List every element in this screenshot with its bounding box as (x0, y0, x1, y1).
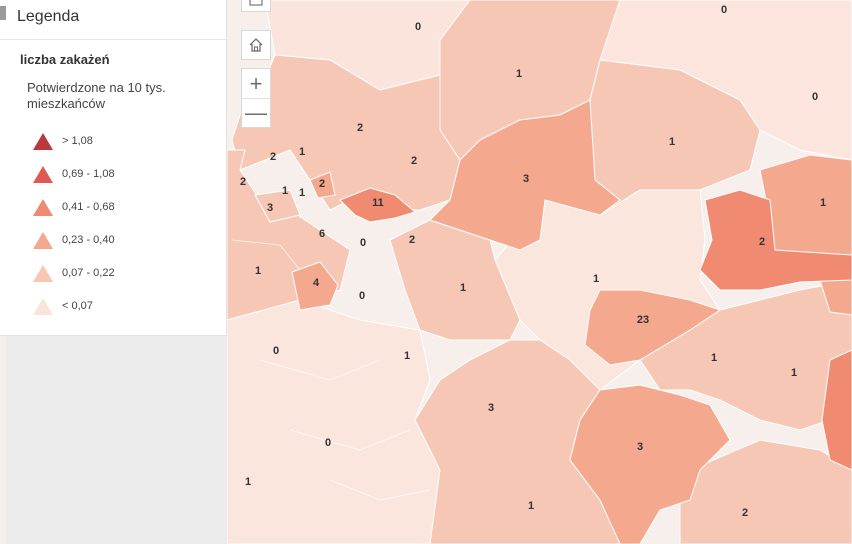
swatch-icon (33, 264, 53, 282)
count-label: 1 (299, 146, 305, 158)
count-label: 0 (273, 345, 279, 357)
count-label: 3 (523, 173, 529, 185)
count-label: 1 (669, 136, 675, 148)
legend-item: > 1,08 (32, 124, 115, 157)
count-label: 1 (282, 185, 288, 197)
count-label: 1 (593, 273, 599, 285)
count-label: 2 (319, 178, 325, 190)
home-icon (249, 38, 263, 52)
count-label: 0 (360, 237, 366, 249)
legend-item-label: > 1,08 (62, 134, 93, 147)
count-label: 4 (313, 277, 320, 289)
zoom-in-button[interactable]: + (242, 69, 270, 98)
zoom-control: + — (241, 68, 271, 128)
count-label: 1 (528, 500, 534, 512)
count-label: 2 (270, 151, 276, 163)
count-label: 0 (415, 21, 421, 33)
count-label: 1 (245, 476, 251, 488)
swatch-icon (33, 165, 53, 183)
legend-title: Legenda (17, 8, 80, 25)
swatch-icon (33, 198, 53, 216)
count-label: 2 (409, 234, 415, 246)
count-label: 1 (820, 197, 826, 209)
count-label: 6 (319, 228, 325, 240)
count-label: 23 (637, 314, 649, 326)
count-label: 2 (742, 507, 748, 519)
count-label: 3 (488, 402, 494, 414)
swatch-icon (33, 231, 53, 249)
legend-item: 0,69 - 1,08 (32, 157, 115, 190)
count-label: 2 (411, 155, 417, 167)
count-label: 1 (255, 265, 261, 277)
count-label: 3 (267, 202, 273, 214)
count-label: 0 (325, 437, 331, 449)
legend-classes: > 1,08 0,69 - 1,08 0,41 - 0,68 0,23 - 0,… (32, 124, 115, 322)
map-app: 0 0 1 0 2 2 1 2 1 3 2 2 1 1 3 11 1 6 0 2 (0, 0, 852, 544)
legend-header: Legenda (0, 0, 226, 40)
layer-title: liczba zakażeń (20, 52, 110, 67)
legend-item-label: < 0,07 (62, 299, 93, 312)
count-label: 0 (812, 91, 818, 103)
legend-item-label: 0,69 - 1,08 (62, 167, 115, 180)
panel-tab-marker (0, 6, 6, 20)
count-label: 1 (460, 282, 466, 294)
count-label: 11 (372, 197, 384, 209)
count-label: 2 (759, 236, 765, 248)
zoom-out-button[interactable]: — (242, 98, 270, 127)
legend-item: 0,23 - 0,40 (32, 223, 115, 256)
count-label: 0 (721, 4, 727, 16)
home-button[interactable] (241, 30, 271, 60)
layer-list-button[interactable] (241, 0, 271, 12)
region-west-light[interactable] (226, 299, 441, 544)
count-label: 1 (516, 68, 522, 80)
legend-item: < 0,07 (32, 289, 115, 322)
field-title: Potwierdzone na 10 tys. mieszkańców (27, 80, 166, 111)
swatch-icon (33, 297, 53, 315)
count-label: 1 (404, 350, 410, 362)
legend-item-label: 0,23 - 0,40 (62, 233, 115, 246)
legend-item-label: 0,07 - 0,22 (62, 266, 115, 279)
count-label: 1 (711, 352, 717, 364)
panel-background (6, 336, 227, 544)
legend-item-label: 0,41 - 0,68 (62, 200, 115, 213)
count-label: 2 (240, 176, 246, 188)
count-label: 1 (299, 187, 305, 199)
swatch-icon (33, 132, 53, 150)
stack-icon (249, 0, 263, 6)
count-label: 1 (791, 367, 797, 379)
count-label: 2 (357, 122, 363, 134)
count-label: 0 (359, 290, 365, 302)
legend-panel: Legenda liczba zakażeń Potwierdzone na 1… (0, 0, 227, 336)
count-label: 3 (637, 441, 643, 453)
legend-item: 0,41 - 0,68 (32, 190, 115, 223)
legend-item: 0,07 - 0,22 (32, 256, 115, 289)
